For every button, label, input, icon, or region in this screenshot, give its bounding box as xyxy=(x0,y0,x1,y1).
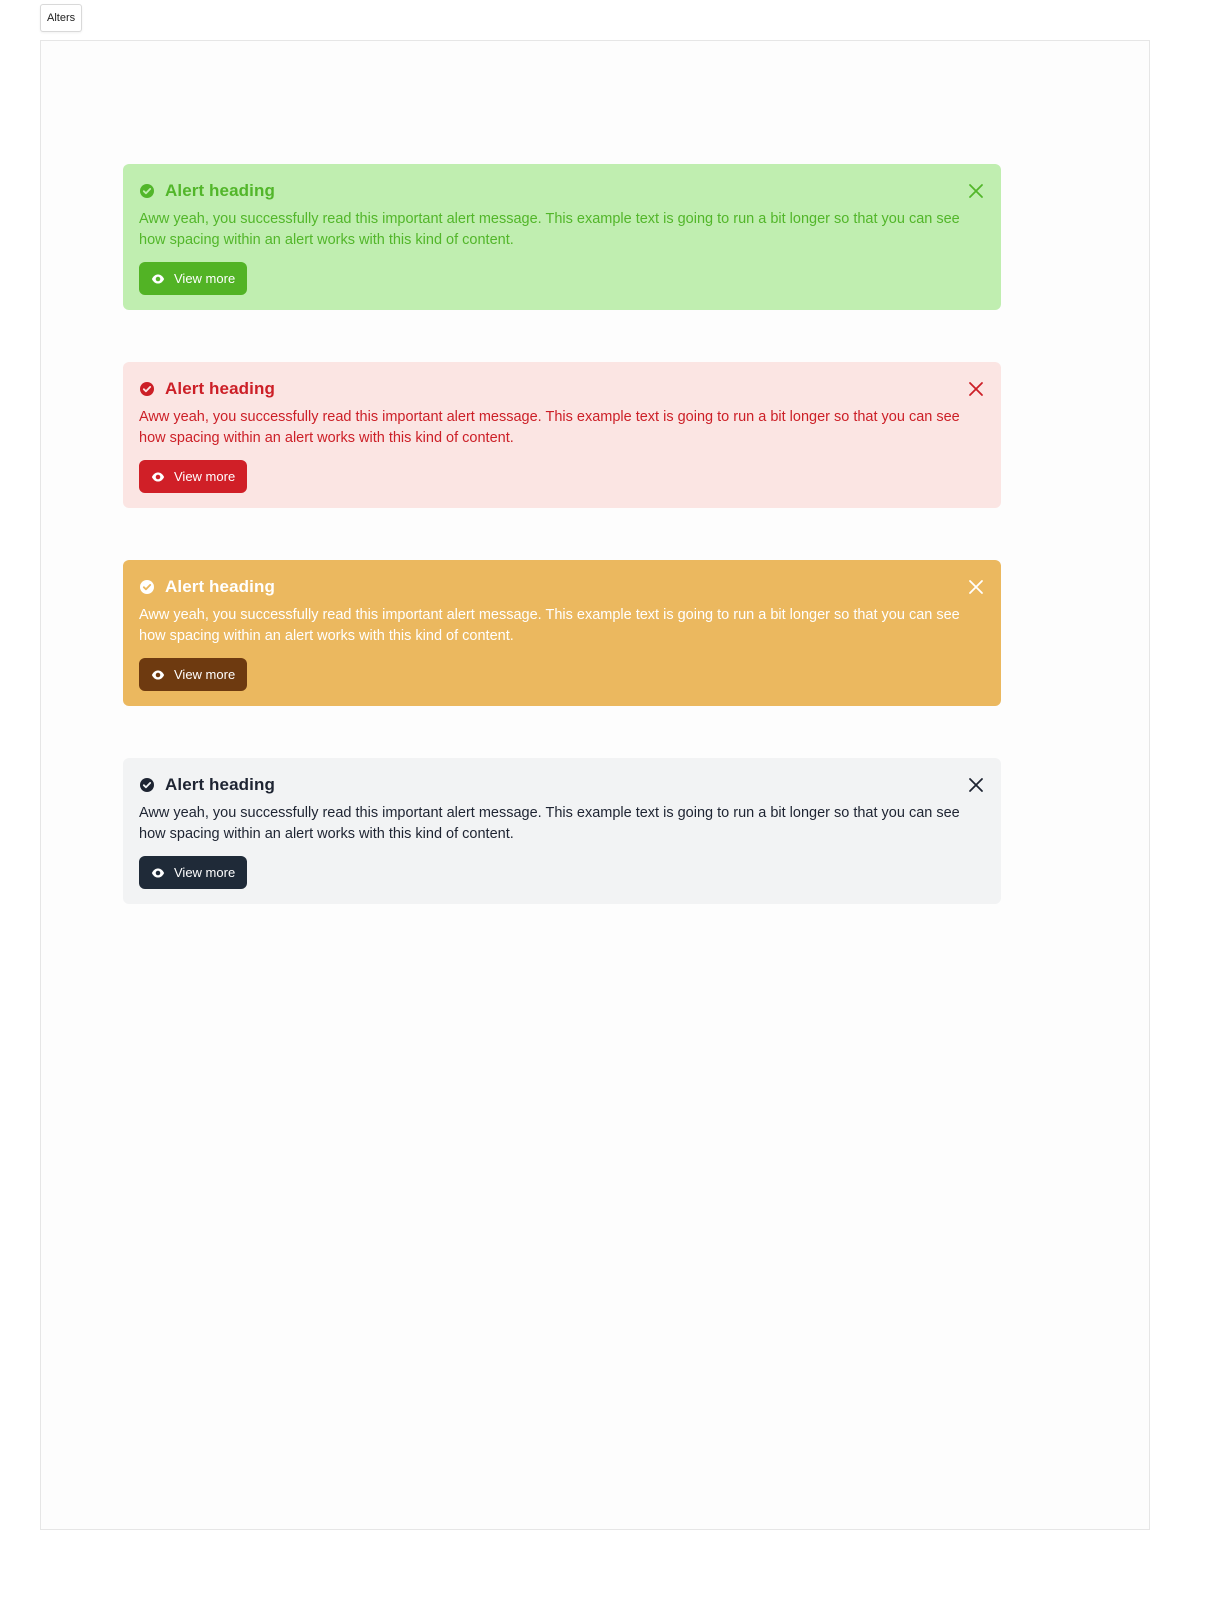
check-circle-icon xyxy=(139,183,155,199)
eye-icon xyxy=(151,668,165,682)
alert-message: Aww yeah, you successfully read this imp… xyxy=(139,409,960,446)
alert-title: Alert heading xyxy=(165,577,275,596)
check-circle-icon xyxy=(139,381,155,397)
alert-message: Aww yeah, you successfully read this imp… xyxy=(139,211,960,248)
view-more-label: View more xyxy=(174,667,236,682)
alert-warning: Alert heading Aww yeah, you successfully… xyxy=(123,560,1001,706)
view-more-button[interactable]: View more xyxy=(139,460,248,493)
view-more-button[interactable]: View more xyxy=(139,262,248,295)
alert-title: Alert heading xyxy=(165,379,275,398)
alert-dark: Alert heading Aww yeah, you successfully… xyxy=(123,758,1001,904)
alert-header: Alert heading xyxy=(139,181,275,201)
view-more-label: View more xyxy=(174,469,236,484)
eye-icon xyxy=(151,470,165,484)
view-more-label: View more xyxy=(174,865,236,880)
alters-tab-label[interactable]: Alters xyxy=(40,4,83,32)
alert-title: Alert heading xyxy=(165,181,275,200)
alert-header: Alert heading xyxy=(139,379,275,399)
close-icon[interactable] xyxy=(967,380,985,398)
tab-label-text: Alters xyxy=(47,12,76,24)
preview-frame: Alert heading Aww yeah, you successfully… xyxy=(40,40,1150,1530)
alert-message: Aww yeah, you successfully read this imp… xyxy=(139,607,960,644)
view-more-label: View more xyxy=(174,271,236,286)
alert-header: Alert heading xyxy=(139,775,275,795)
alert-title: Alert heading xyxy=(165,775,275,794)
alert-danger: Alert heading Aww yeah, you successfully… xyxy=(123,362,1001,508)
alert-header: Alert heading xyxy=(139,577,275,597)
view-more-button[interactable]: View more xyxy=(139,856,248,889)
close-icon[interactable] xyxy=(967,578,985,596)
check-circle-icon xyxy=(139,579,155,595)
close-icon[interactable] xyxy=(967,776,985,794)
alert-success: Alert heading Aww yeah, you successfully… xyxy=(123,164,1001,310)
close-icon[interactable] xyxy=(967,182,985,200)
eye-icon xyxy=(151,272,165,286)
view-more-button[interactable]: View more xyxy=(139,658,248,691)
check-circle-icon xyxy=(139,777,155,793)
eye-icon xyxy=(151,866,165,880)
alert-message: Aww yeah, you successfully read this imp… xyxy=(139,805,960,842)
